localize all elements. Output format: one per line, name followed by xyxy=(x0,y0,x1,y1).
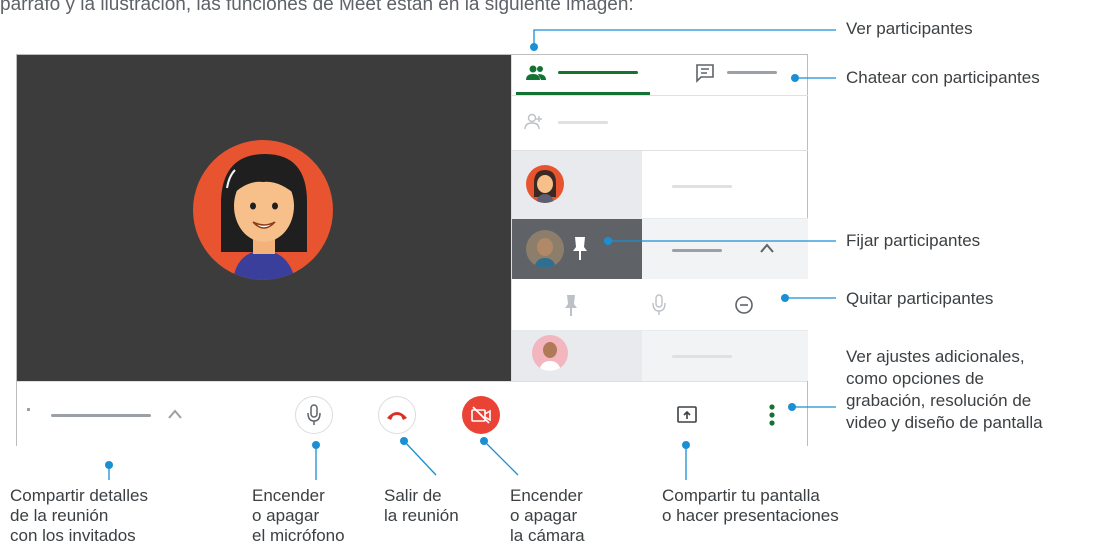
callout-chat-participants: Chatear con participantes xyxy=(846,68,1040,87)
callout-dot-chat xyxy=(791,74,799,82)
callout-microphone: Encender o apagar el micrófono xyxy=(252,486,345,545)
callout-present: Compartir tu pantalla o hacer presentaci… xyxy=(662,486,839,525)
callout-dot-more xyxy=(788,403,796,411)
callout-dot-leave xyxy=(400,437,408,445)
callout-camera: Encender o apagar la cámara xyxy=(510,486,585,545)
callout-pin-participants: Fijar participantes xyxy=(846,231,981,250)
callout-dot-present xyxy=(682,441,690,449)
callout-more-settings: Ver ajustes adicionales, como opciones d… xyxy=(846,347,1043,432)
callout-dot-mic xyxy=(312,441,320,449)
callout-dot-pin xyxy=(604,237,612,245)
callout-dot-remove xyxy=(781,294,789,302)
callout-dot-details xyxy=(105,461,113,469)
callout-remove-participants: Quitar participantes xyxy=(846,289,994,308)
callout-meeting-details: Compartir detalles de la reunión con los… xyxy=(10,486,148,545)
callout-dot-camera xyxy=(480,437,488,445)
callout-view-participants: Ver participantes xyxy=(846,19,973,38)
callout-dot-people xyxy=(530,43,538,51)
callout-leave: Salir de la reunión xyxy=(384,486,459,525)
